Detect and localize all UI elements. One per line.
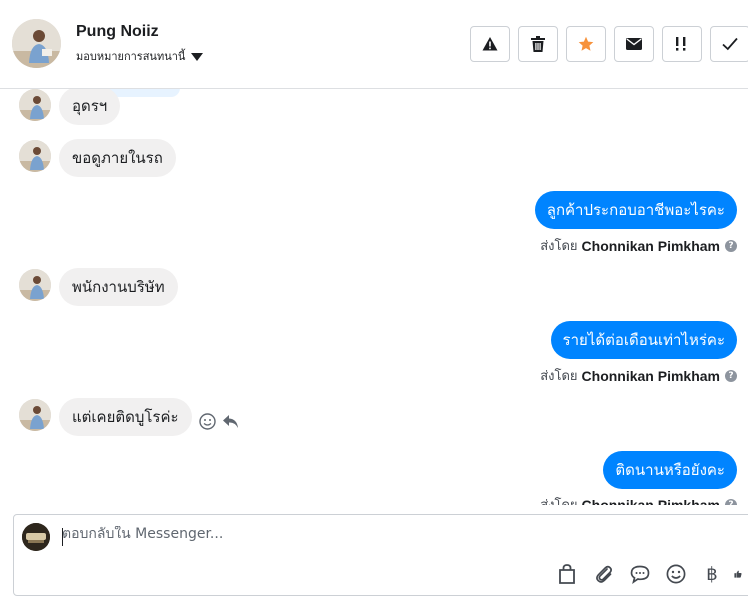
mark-unread-button[interactable]: [614, 26, 654, 62]
star-button[interactable]: [566, 26, 606, 62]
baht-icon: ฿: [706, 563, 718, 585]
info-icon[interactable]: ?: [725, 498, 737, 505]
incoming-message[interactable]: แต่เคยติดบูโรค่ะ: [59, 398, 192, 436]
emoji-icon: [666, 564, 686, 584]
page-avatar: [22, 523, 50, 551]
reply-composer: ฿: [13, 514, 748, 596]
sender-name[interactable]: Chonnikan Pimkham: [582, 497, 720, 506]
assign-label: มอบหมายการสนทนานี้: [76, 50, 186, 63]
incoming-message[interactable]: อุดรฯ: [59, 89, 121, 125]
sender-name[interactable]: Chonnikan Pimkham: [582, 238, 720, 254]
sent-by-line: ส่งโดย Chonnikan Pimkham ?: [540, 494, 737, 505]
outgoing-message[interactable]: รายได้ต่อเดือนเท่าไหร่คะ: [550, 321, 737, 359]
assign-conversation-dropdown[interactable]: มอบหมายการสนทนานี้: [76, 47, 204, 65]
sent-by-line: ส่งโดย Chonnikan Pimkham ?: [540, 365, 737, 386]
message-template-button[interactable]: [628, 562, 652, 586]
info-icon[interactable]: ?: [725, 239, 737, 252]
outgoing-message[interactable]: ลูกค้าประกอบอาชีพอะไรคะ: [534, 191, 737, 229]
trash-icon: [531, 36, 545, 52]
emoji-button[interactable]: [664, 562, 688, 586]
paperclip-icon: [596, 565, 612, 583]
sender-name[interactable]: Chonnikan Pimkham: [582, 368, 720, 384]
payment-button[interactable]: ฿: [700, 562, 724, 586]
check-icon: [722, 37, 738, 51]
sender-avatar: [19, 140, 51, 172]
star-icon: [578, 36, 594, 51]
attach-file-button[interactable]: [592, 562, 616, 586]
sent-by-label: ส่งโดย: [540, 494, 577, 505]
delete-button[interactable]: [518, 26, 558, 62]
conversation-header: Pung Noiiz มอบหมายการสนทนานี้: [0, 0, 748, 89]
sent-by-label: ส่งโดย: [540, 239, 578, 254]
sent-by-label: ส่งโดย: [540, 369, 578, 384]
caret-down-icon: [191, 52, 204, 61]
mark-spam-button[interactable]: [470, 26, 510, 62]
envelope-icon: [626, 38, 642, 50]
bag-icon: [559, 564, 575, 584]
speech-bubble-icon: [630, 565, 650, 584]
sender-avatar: [19, 89, 51, 121]
like-button[interactable]: [734, 562, 742, 586]
message-thread[interactable]: อุดรฯ ขอดูภายในรถ ลูกค้าประกอบอาชีพอะไรค…: [0, 89, 748, 505]
priority-button[interactable]: [662, 26, 702, 62]
sender-avatar: [19, 269, 51, 301]
sender-avatar: [19, 399, 51, 431]
warning-icon: [482, 37, 498, 51]
sent-by-line: ส่งโดย Chonnikan Pimkham ?: [540, 235, 737, 256]
info-icon[interactable]: ?: [725, 369, 737, 382]
incoming-message[interactable]: ขอดูภายในรถ: [59, 139, 176, 177]
mark-done-button[interactable]: [710, 26, 748, 62]
reply-input[interactable]: [62, 526, 662, 542]
outgoing-message[interactable]: ติดนานหรือยังคะ: [603, 451, 737, 489]
react-emoji-icon[interactable]: [199, 413, 216, 430]
like-icon: [734, 570, 742, 578]
incoming-message[interactable]: พนักงานบริษัท: [59, 268, 178, 306]
reply-icon[interactable]: [222, 414, 239, 429]
contact-name[interactable]: Pung Noiiz: [76, 23, 159, 41]
saved-replies-button[interactable]: [555, 562, 579, 586]
message-actions: [199, 413, 239, 430]
contact-avatar[interactable]: [12, 19, 61, 68]
priority-icon: [676, 37, 686, 51]
